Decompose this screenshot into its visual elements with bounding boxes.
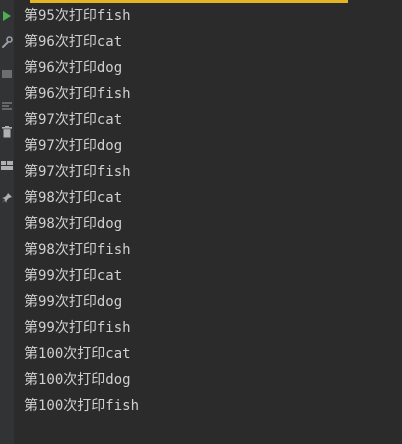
console-line: 第97次打印fish bbox=[24, 164, 131, 180]
sort-icon[interactable] bbox=[0, 96, 14, 116]
console-output: 第95次打印fish 第96次打印cat 第96次打印dog 第96次打印fish 第9… bbox=[24, 3, 402, 444]
console-line: 第97次打印dog bbox=[24, 138, 123, 154]
console-line: 第99次打印fish bbox=[24, 320, 131, 336]
console-line: 第96次打印fish bbox=[24, 86, 131, 102]
trash-icon[interactable] bbox=[0, 122, 14, 142]
console-line: 第96次打印cat bbox=[24, 34, 123, 50]
layout-icon[interactable] bbox=[0, 156, 14, 176]
console-line: 第100次打印cat bbox=[24, 346, 131, 362]
console-side-toolbar bbox=[0, 0, 14, 444]
run-console-window: 第95次打印fish 第96次打印cat 第96次打印dog 第96次打印fish 第9… bbox=[0, 0, 402, 444]
stop-icon[interactable] bbox=[0, 64, 14, 84]
console-line: 第97次打印cat bbox=[24, 112, 123, 128]
console-line: 第100次打印dog bbox=[24, 372, 131, 388]
console-line: 第98次打印cat bbox=[24, 190, 123, 206]
console-line: 第99次打印dog bbox=[24, 294, 123, 310]
console-line: 第99次打印cat bbox=[24, 268, 123, 284]
console-line: 第95次打印fish bbox=[24, 8, 131, 24]
run-icon[interactable] bbox=[0, 6, 14, 26]
console-line: 第96次打印dog bbox=[24, 60, 123, 76]
console-line: 第100次打印fish bbox=[24, 398, 140, 414]
wrench-icon[interactable] bbox=[0, 32, 14, 52]
console-line: 第98次打印dog bbox=[24, 216, 123, 232]
pin-icon[interactable] bbox=[0, 188, 14, 208]
console-line: 第98次打印fish bbox=[24, 242, 131, 258]
